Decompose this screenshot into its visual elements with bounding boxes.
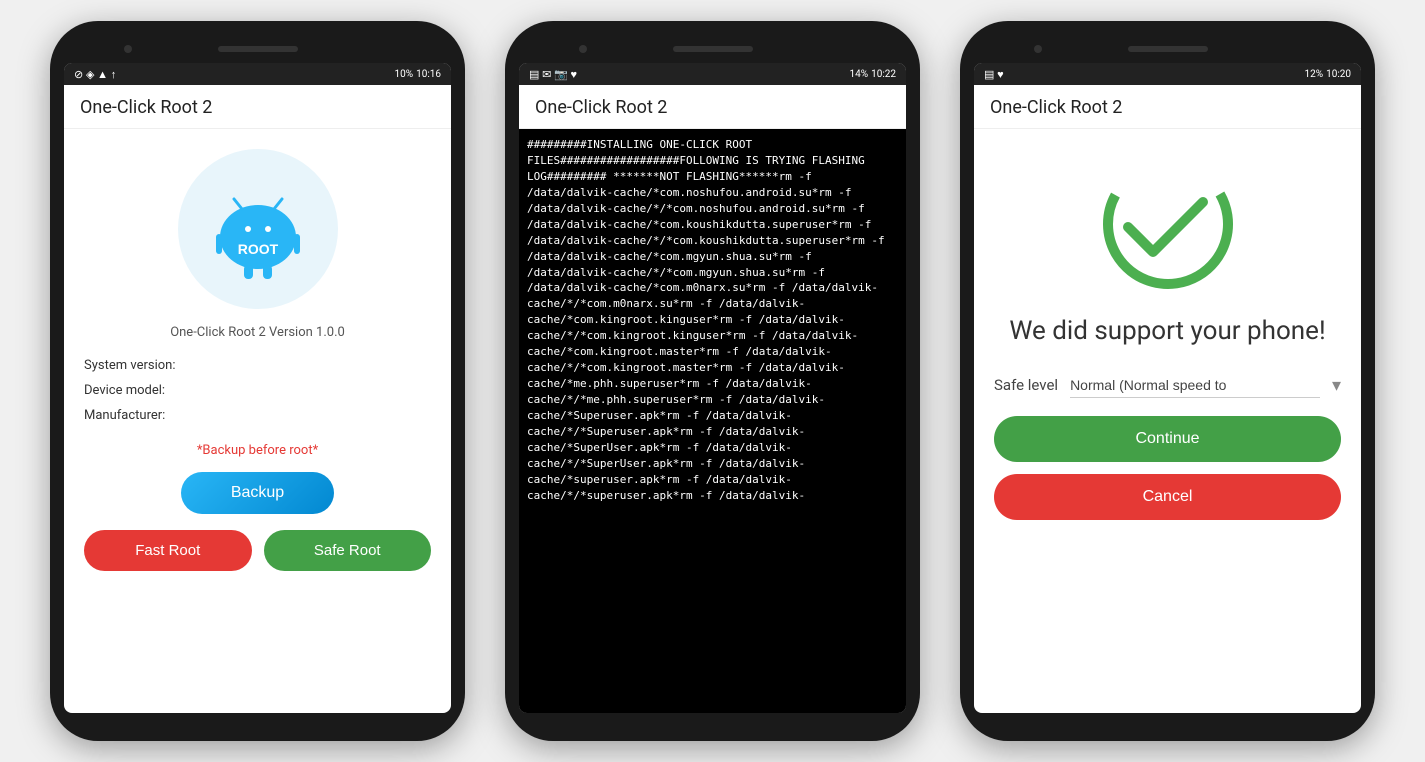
root-buttons-row: Fast Root Safe Root	[84, 530, 431, 571]
phone2-status-right: 14% 10:22	[850, 69, 896, 80]
phone2-speaker	[673, 46, 753, 52]
phone1-version: One-Click Root 2 Version 1.0.0	[170, 325, 345, 340]
phone3-status-right: 12% 10:20	[1305, 69, 1351, 80]
phone3-bottom	[974, 713, 1361, 727]
phone3-left-icons: ▤ ♥	[984, 68, 1004, 81]
phone3-status-left: ▤ ♥	[984, 68, 1004, 81]
phone3-battery: 12%	[1305, 69, 1324, 80]
phone1-top-bar	[64, 35, 451, 63]
phone2-app-title: One-Click Root 2	[535, 97, 667, 118]
phone2-bottom	[519, 713, 906, 727]
safe-root-button[interactable]: Safe Root	[264, 530, 432, 571]
cancel-button[interactable]: Cancel	[994, 474, 1341, 520]
support-text: We did support your phone!	[1009, 315, 1325, 349]
android-logo-circle: ROOT	[178, 149, 338, 309]
success-circle	[1093, 149, 1243, 299]
phone1-title-bar: One-Click Root 2	[64, 85, 451, 129]
phone3: ▤ ♥ 12% 10:20 One-Click Root 2 We did su…	[960, 21, 1375, 741]
phone1-status-right: 10% 10:16	[395, 69, 441, 80]
phone2-status-bar: ▤ ✉ 📷 ♥ 14% 10:22	[519, 63, 906, 85]
svg-text:ROOT: ROOT	[237, 241, 278, 257]
phone3-title-bar: One-Click Root 2	[974, 85, 1361, 129]
phone1: ⊘ ◈ ▲ ↑ 10% 10:16 One-Click Root 2	[50, 21, 465, 741]
phone2-content: #########INSTALLING ONE-CLICK ROOT FILES…	[519, 129, 906, 713]
phone2-left-icons: ▤ ✉ 📷 ♥	[529, 68, 577, 81]
phone3-content: We did support your phone! Safe level No…	[974, 129, 1361, 713]
phone2-screen: ▤ ✉ 📷 ♥ 14% 10:22 One-Click Root 2 #####…	[519, 63, 906, 713]
phone3-camera	[1034, 45, 1042, 53]
phone3-screen: ▤ ♥ 12% 10:20 One-Click Root 2 We did su…	[974, 63, 1361, 713]
phone2-battery: 14%	[850, 69, 869, 80]
phone2-time: 10:22	[871, 69, 896, 80]
android-logo-svg: ROOT	[198, 179, 318, 279]
safe-level-select[interactable]: Normal (Normal speed to	[1070, 373, 1320, 398]
phone2: ▤ ✉ 📷 ♥ 14% 10:22 One-Click Root 2 #####…	[505, 21, 920, 741]
phone1-status-left: ⊘ ◈ ▲ ↑	[74, 68, 116, 81]
phone2-top-bar	[519, 35, 906, 63]
dropdown-arrow-icon: ▾	[1332, 375, 1341, 396]
fast-root-button[interactable]: Fast Root	[84, 530, 252, 571]
phone1-battery: 10%	[395, 69, 414, 80]
phone3-speaker	[1128, 46, 1208, 52]
phone1-device-model: Device model:	[84, 383, 431, 398]
safe-level-label: Safe level	[994, 376, 1058, 394]
phone1-app-title: One-Click Root 2	[80, 97, 212, 118]
phone1-speaker	[218, 46, 298, 52]
phone1-time: 10:16	[416, 69, 441, 80]
phone1-bottom	[64, 713, 451, 727]
phone1-status-bar: ⊘ ◈ ▲ ↑ 10% 10:16	[64, 63, 451, 85]
success-svg	[1093, 149, 1243, 299]
phone3-top-bar	[974, 35, 1361, 63]
phone1-content: ROOT One-Click Root 2 Version 1.0.0 Syst…	[64, 129, 451, 713]
safe-level-row: Safe level Normal (Normal speed to ▾	[994, 373, 1341, 398]
phone2-status-left: ▤ ✉ 📷 ♥	[529, 68, 577, 81]
phone3-time: 10:20	[1326, 69, 1351, 80]
phone1-screen: ⊘ ◈ ▲ ↑ 10% 10:16 One-Click Root 2	[64, 63, 451, 713]
phone1-manufacturer: Manufacturer:	[84, 408, 431, 423]
continue-button[interactable]: Continue	[994, 416, 1341, 462]
backup-button[interactable]: Backup	[181, 472, 334, 514]
phone1-backup-warning: *Backup before root*	[197, 443, 318, 458]
phone3-status-bar: ▤ ♥ 12% 10:20	[974, 63, 1361, 85]
log-area: #########INSTALLING ONE-CLICK ROOT FILES…	[519, 129, 906, 713]
phone3-app-title: One-Click Root 2	[990, 97, 1122, 118]
phone2-title-bar: One-Click Root 2	[519, 85, 906, 129]
phone1-camera	[124, 45, 132, 53]
phone2-camera	[579, 45, 587, 53]
phone1-status-icons-left: ⊘ ◈ ▲ ↑	[74, 68, 116, 81]
phone1-system-version: System version:	[84, 358, 431, 373]
